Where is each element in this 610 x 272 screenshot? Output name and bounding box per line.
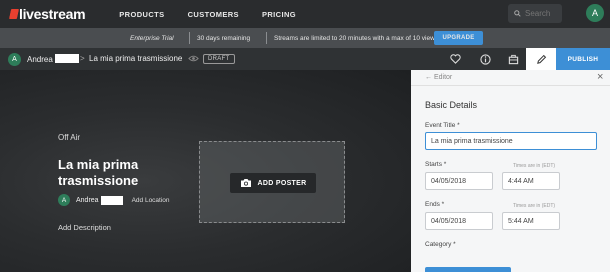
nav-links: PRODUCTS CUSTOMERS PRICING <box>119 10 319 19</box>
starts-label: Starts * <box>425 161 447 168</box>
pencil-icon <box>536 54 546 64</box>
host-row: A Andrea Add Location <box>58 194 170 206</box>
ends-date-input[interactable]: 04/05/2018 <box>425 212 493 230</box>
visibility-eye-icon[interactable] <box>188 54 199 63</box>
trial-plan: Enterprise Trial <box>130 34 174 42</box>
event-header: A Andrea > La mia prima trasmissione DRA… <box>0 48 610 70</box>
host-avatar: A <box>58 194 70 206</box>
logo-text: livestream <box>19 6 86 22</box>
search-icon <box>514 10 521 17</box>
nav-link-customers[interactable]: CUSTOMERS <box>188 10 239 19</box>
add-location-link[interactable]: Add Location <box>132 197 170 204</box>
settings-button[interactable] <box>498 48 528 70</box>
breadcrumb-separator: > <box>80 54 85 63</box>
trial-divider <box>189 32 190 44</box>
logo-mark-icon <box>9 9 19 19</box>
search-box[interactable] <box>508 4 562 23</box>
poster-dropzone[interactable]: ADD POSTER <box>199 141 345 223</box>
edit-button[interactable] <box>526 48 556 70</box>
event-title-input[interactable]: La mia prima trasmissione <box>425 132 597 150</box>
owner-name: Andrea <box>27 55 53 64</box>
publish-button[interactable]: PUBLISH <box>556 48 610 70</box>
ends-timezone-note: Times are in (EDT) <box>513 203 556 209</box>
add-poster-button[interactable]: ADD POSTER <box>230 173 316 193</box>
editor-panel: ← Editor × Basic Details Event Title * L… <box>411 70 610 272</box>
draft-status-badge: DRAFT <box>203 54 235 64</box>
briefcase-icon <box>508 54 518 64</box>
broadcast-status: Off Air <box>58 133 81 142</box>
section-title: Basic Details <box>425 100 478 110</box>
ends-label: Ends * <box>425 201 445 208</box>
redacted-block <box>54 54 79 63</box>
editor-header: ← Editor × <box>411 70 610 86</box>
add-description-link[interactable]: Add Description <box>58 223 111 232</box>
search-input[interactable] <box>525 9 561 18</box>
add-poster-label: ADD POSTER <box>257 179 307 187</box>
trial-days-remaining: 30 days remaining <box>197 34 251 42</box>
breadcrumb-owner[interactable]: Andrea <box>27 54 79 64</box>
editor-back-link[interactable]: ← Editor <box>425 74 452 81</box>
camera-icon <box>240 179 251 187</box>
event-preview: Off Air La mia prima trasmissione A Andr… <box>0 70 411 272</box>
app-root: livestream PRODUCTS CUSTOMERS PRICING A … <box>0 0 610 272</box>
event-title-label: Event Title * <box>425 122 460 129</box>
info-icon <box>479 53 491 65</box>
category-label: Category * <box>425 241 456 248</box>
heart-icon <box>449 54 461 64</box>
close-icon[interactable]: × <box>597 71 603 83</box>
ends-time-input[interactable]: 5:44 AM <box>502 212 560 230</box>
trial-limit-note: Streams are limited to 20 minutes with a… <box>274 34 446 42</box>
starts-timezone-note: Times are in (EDT) <box>513 163 556 169</box>
event-title: La mia prima trasmissione <box>58 157 139 188</box>
host-name: Andrea <box>76 196 99 204</box>
trial-divider <box>266 32 267 44</box>
redacted-block <box>100 195 123 205</box>
trial-banner: Enterprise Trial 30 days remaining Strea… <box>0 28 610 48</box>
upgrade-button[interactable]: UPGRADE <box>434 31 483 45</box>
user-avatar[interactable]: A <box>586 4 604 22</box>
arrow-left-icon: ← <box>425 74 432 81</box>
starts-time-input[interactable]: 4:44 AM <box>502 172 560 190</box>
editor-back-label: Editor <box>433 74 453 81</box>
nav-link-pricing[interactable]: PRICING <box>262 10 296 19</box>
owner-avatar[interactable]: A <box>8 53 21 66</box>
breadcrumb-event-title: La mia prima trasmissione <box>89 54 183 63</box>
starts-date-input[interactable]: 04/05/2018 <box>425 172 493 190</box>
info-button[interactable] <box>470 48 500 70</box>
favorite-button[interactable] <box>440 48 470 70</box>
top-navigation: livestream PRODUCTS CUSTOMERS PRICING A <box>0 0 610 28</box>
livestream-logo[interactable]: livestream <box>9 6 86 22</box>
category-select[interactable] <box>425 267 511 272</box>
nav-link-products[interactable]: PRODUCTS <box>119 10 164 19</box>
